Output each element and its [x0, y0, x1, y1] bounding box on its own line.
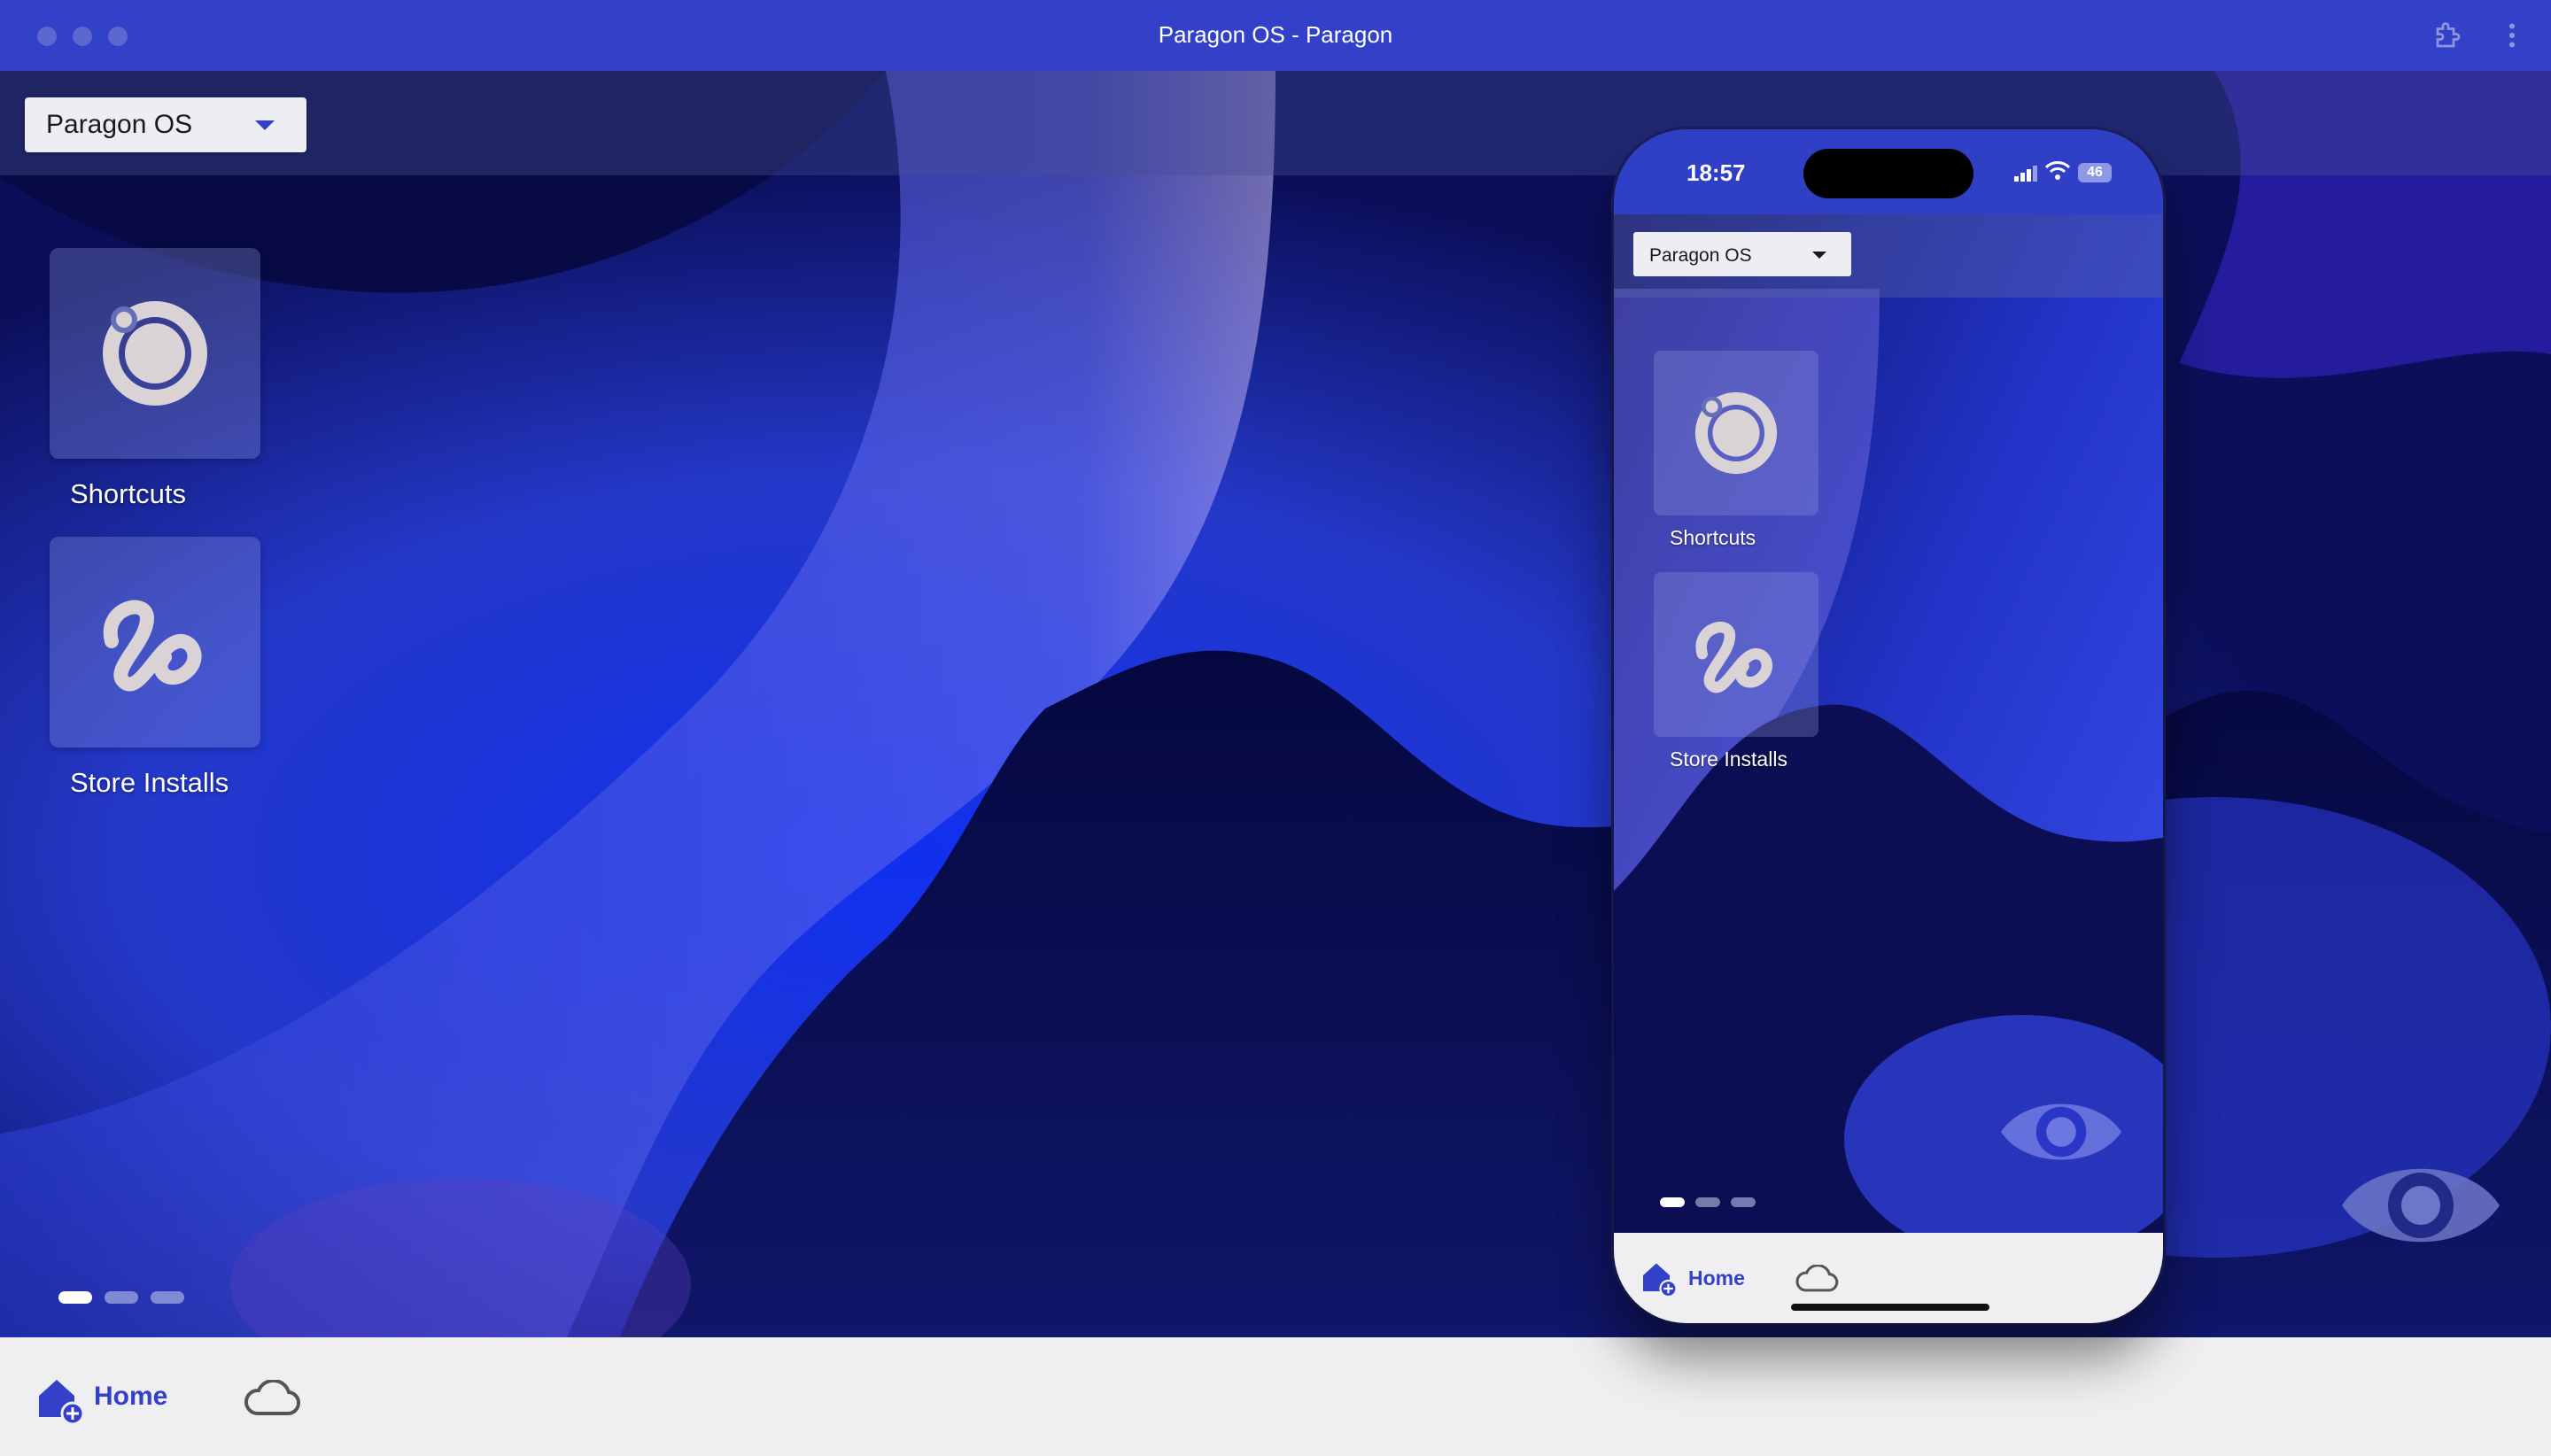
nav-home-label[interactable]: Home	[94, 1382, 167, 1412]
phone-app-label-store-installs: Store Installs	[1670, 747, 1787, 771]
app-tile-store-installs[interactable]	[50, 537, 260, 747]
phone-app-label-shortcuts: Shortcuts	[1670, 526, 1756, 549]
app-label-store-installs: Store Installs	[70, 767, 229, 798]
phone-home-indicator	[1791, 1304, 1989, 1311]
phone-home-add-icon[interactable]	[1640, 1259, 1678, 1297]
bottom-navigation	[0, 1337, 2551, 1456]
window-titlebar: Paragon OS - Paragon	[0, 0, 2551, 72]
phone-os-selector-dropdown[interactable]: Paragon OS	[1633, 232, 1851, 276]
dropdown-caret-icon	[255, 120, 275, 130]
phone-app-tile-shortcuts[interactable]	[1654, 351, 1818, 515]
phone-dropdown-caret-icon	[1812, 252, 1826, 259]
eye-icon[interactable]	[2338, 1148, 2503, 1263]
phone-page-dot-1[interactable]	[1660, 1197, 1685, 1207]
phone-page-dot-2[interactable]	[1695, 1197, 1720, 1207]
phone-app-tile-store-installs[interactable]	[1654, 572, 1818, 737]
wallpaper	[0, 71, 2551, 1337]
phone-page-dot-3[interactable]	[1731, 1197, 1756, 1207]
os-selector-dropdown[interactable]: Paragon OS	[25, 97, 306, 152]
phone-dynamic-island	[1803, 149, 1973, 198]
app-tile-shortcuts[interactable]	[50, 248, 260, 459]
home-add-icon[interactable]	[35, 1375, 85, 1424]
phone-os-selector-value: Paragon OS	[1649, 245, 1752, 266]
wifi-icon	[2044, 161, 2071, 180]
os-selector-value: Paragon OS	[46, 110, 193, 139]
window-title: Paragon OS - Paragon	[1158, 21, 1393, 48]
page-dot-3[interactable]	[151, 1291, 184, 1304]
cloud-icon[interactable]	[243, 1380, 301, 1417]
app-label-shortcuts: Shortcuts	[70, 478, 186, 509]
ring-icon	[1694, 391, 1778, 475]
ring-icon	[103, 301, 207, 406]
extension-icon[interactable]	[2432, 19, 2464, 51]
phone-preview: 18:57 46 Paragon OS Shortcuts Store Inst…	[1614, 129, 2163, 1323]
page-dot-1[interactable]	[58, 1291, 92, 1304]
battery-icon: 46	[2078, 163, 2112, 182]
cellular-signal-icon	[2014, 166, 2037, 182]
top-app-bar	[0, 71, 2551, 175]
phone-cloud-icon[interactable]	[1795, 1265, 1839, 1293]
phone-clock: 18:57	[1686, 159, 1746, 186]
squiggle-icon	[103, 600, 202, 692]
page-dot-2[interactable]	[105, 1291, 138, 1304]
squiggle-icon	[1695, 622, 1772, 693]
more-vert-icon[interactable]	[2503, 19, 2521, 51]
phone-nav-home-label[interactable]: Home	[1688, 1266, 1745, 1290]
phone-eye-icon[interactable]	[1998, 1088, 2124, 1176]
